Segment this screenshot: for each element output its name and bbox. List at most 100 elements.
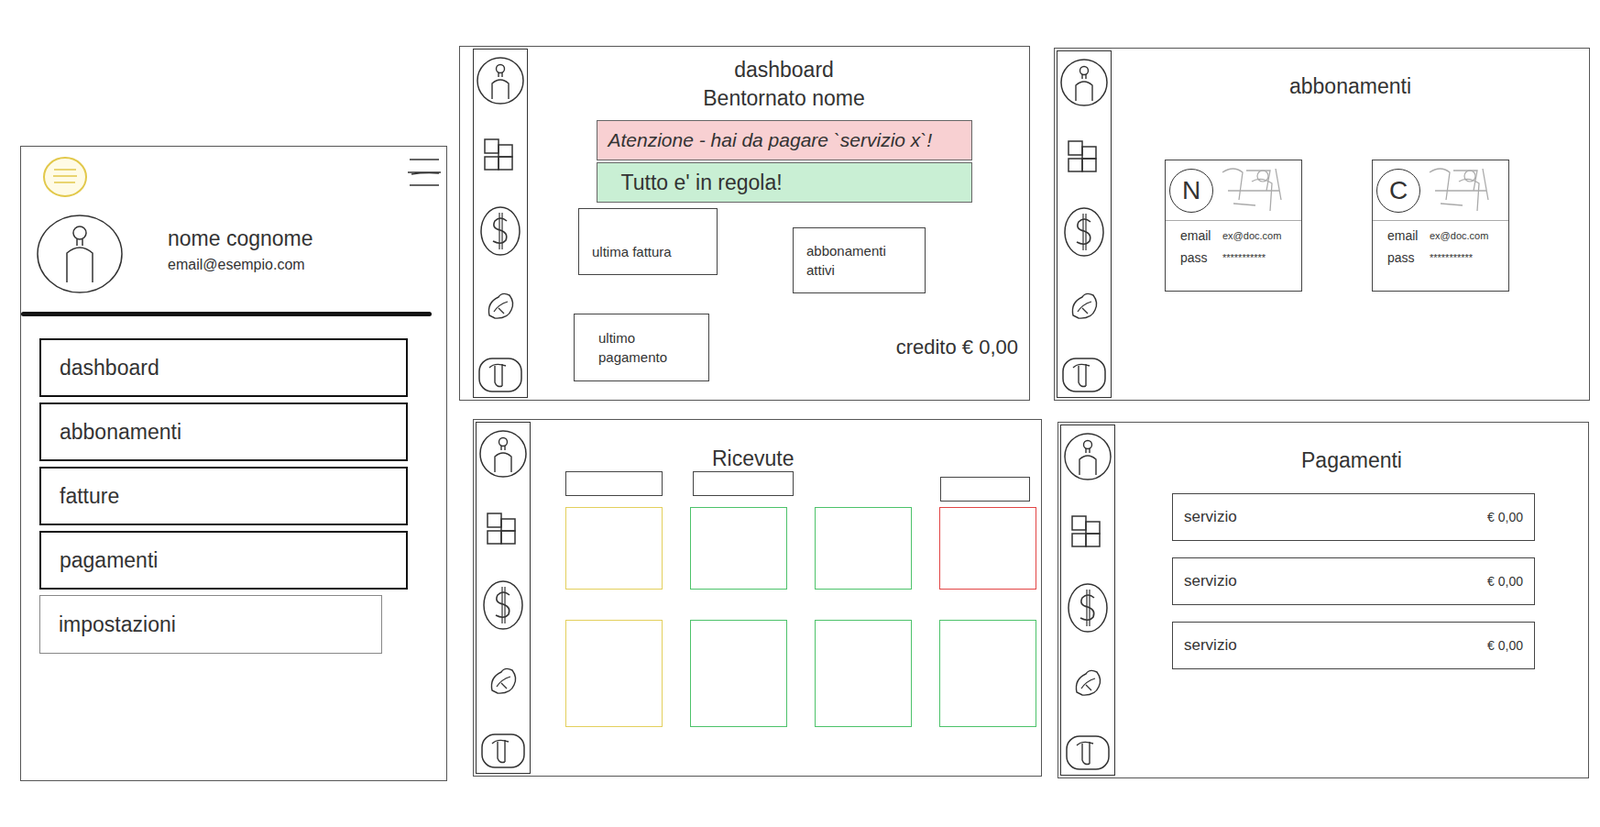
- tiles-icon[interactable]: [484, 510, 522, 548]
- password-value: ***********: [1429, 252, 1473, 264]
- wallet-icon[interactable]: [1063, 732, 1112, 773]
- ricevute-frame: Ricevute: [472, 418, 1042, 777]
- receipt-card[interactable]: [814, 619, 912, 727]
- cards-row: ultimo pagamento credito € 0,00: [549, 313, 1019, 382]
- dashboard-frame: dashboardBentornato nome Atenzione - hai …: [459, 45, 1031, 401]
- payment-amount: € 0,00: [1487, 637, 1524, 653]
- dollar-icon[interactable]: [1062, 205, 1107, 259]
- mobile-menu-frame: nome cognome email@esempio.com dashboardab…: [20, 145, 448, 781]
- receipt-card[interactable]: [565, 619, 663, 727]
- leaf-icon[interactable]: [1065, 287, 1103, 325]
- payment-row[interactable]: servizio€ 0,00: [1172, 493, 1535, 541]
- active-subscriptions-card[interactable]: abbonamenti attivi: [792, 227, 926, 294]
- last-payment-card[interactable]: ultimo pagamento: [573, 313, 710, 382]
- page-title: abbonamenti: [1111, 48, 1590, 99]
- email-label: email: [1387, 228, 1421, 243]
- subscription-list: Nemail ex@doc.com pass *********** Cemail ex@…: [1111, 98, 1590, 292]
- password-row: pass ***********: [1372, 242, 1509, 265]
- profile-info: nome cognome email@esempio.com: [167, 226, 314, 283]
- menu-item[interactable]: impostazioni: [39, 594, 383, 654]
- subscription-header: C: [1372, 160, 1509, 221]
- mobile-header: [21, 146, 447, 200]
- hamburger-icon[interactable]: [405, 153, 443, 191]
- email-value: ex@doc.com: [1222, 230, 1282, 242]
- alert-banner: Atenzione - hai da pagare `servizio x`!: [596, 120, 973, 161]
- wallet-icon[interactable]: [476, 354, 525, 395]
- payment-row[interactable]: servizio € 0,00: [1172, 557, 1535, 605]
- menu-item[interactable]: pagamenti: [39, 530, 408, 590]
- divider: [21, 311, 432, 317]
- wallet-icon[interactable]: [479, 730, 527, 771]
- sketch-icon: [1215, 163, 1289, 219]
- subscription-header: N: [1165, 160, 1302, 221]
- subscriptions-content: abbonamenti Nemail ex@doc.com pass *********…: [1111, 48, 1590, 400]
- payments-list: servizio€ 0,00servizio€ 0,00servizio€ 0,…: [1115, 472, 1589, 669]
- avatar-icon[interactable]: [478, 427, 528, 480]
- sidebar-rail: [472, 48, 528, 398]
- dashboard-content: dashboardBentornato nome Atenzione - hai …: [527, 46, 1030, 400]
- tiles-icon[interactable]: [1069, 513, 1107, 550]
- receipts-content: Ricevute: [530, 419, 1042, 776]
- sidebar-rail: [1056, 50, 1112, 398]
- filter-field[interactable]: [940, 476, 1031, 502]
- avatar-icon[interactable]: [475, 54, 526, 107]
- credit: credito € 0,00: [896, 335, 1019, 360]
- cards-row: ultima fattura abbonamenti attivi: [549, 208, 1019, 294]
- receipt-card[interactable]: [565, 506, 663, 590]
- title-group: Ricevute: [691, 445, 794, 496]
- password-label: pass: [1387, 250, 1421, 265]
- tiles-icon[interactable]: [482, 136, 519, 174]
- note-icon[interactable]: [41, 153, 89, 200]
- service-logo: C: [1376, 168, 1421, 213]
- receipt-card[interactable]: [690, 619, 788, 727]
- subscription-card[interactable]: Nemail ex@doc.com pass ***********: [1164, 159, 1303, 292]
- last-invoice-card[interactable]: ultima fattura: [578, 208, 718, 275]
- profile: nome cognome email@esempio.com: [21, 199, 447, 296]
- email-row: email ex@doc.com: [1372, 220, 1509, 243]
- wallet-icon[interactable]: [1060, 354, 1108, 395]
- pagamenti-frame: Pagamenti servizio € 0,00 servizio € 0,00 ser…: [1057, 421, 1590, 779]
- receipt-card[interactable]: [939, 619, 1037, 727]
- leaf-icon[interactable]: [1069, 664, 1107, 702]
- dollar-icon[interactable]: [1065, 580, 1110, 635]
- avatar-icon[interactable]: [33, 212, 126, 296]
- tiles-icon[interactable]: [1065, 138, 1103, 176]
- email-label: email: [1180, 228, 1214, 243]
- dollar-icon[interactable]: [478, 204, 523, 258]
- greeting: Bentornato nome: [702, 84, 865, 113]
- menu-item[interactable]: abbonamenti: [39, 402, 408, 461]
- password-value: ***********: [1222, 252, 1266, 264]
- menu-item[interactable]: fatture: [39, 466, 408, 526]
- payment-amount: € 0,00: [1487, 573, 1524, 589]
- page-title: Ricevute: [691, 445, 794, 472]
- receipts-header: Ricevute: [565, 445, 1031, 496]
- payment-row[interactable]: servizio € 0,00: [1172, 621, 1535, 669]
- profile-name: nome cognome: [167, 226, 314, 252]
- menu: dashboardabbonamentifatturepagamentiimpo…: [21, 316, 408, 654]
- subscription-card[interactable]: Cemail ex@doc.com pass ***********: [1371, 159, 1510, 292]
- payments-content: Pagamenti servizio € 0,00 servizio € 0,00 ser…: [1115, 422, 1589, 778]
- dollar-icon[interactable]: [481, 578, 526, 632]
- receipt-card[interactable]: [814, 506, 912, 590]
- menu-item[interactable]: dashboard: [39, 338, 408, 397]
- leaf-icon[interactable]: [482, 287, 519, 325]
- abbonamenti-frame: abbonamenti Nemail ex@doc.com pass *********…: [1053, 47, 1590, 401]
- payment-service: servizio: [1183, 507, 1238, 527]
- profile-email: email@esempio.com: [167, 256, 314, 274]
- password-label: pass: [1180, 250, 1214, 265]
- email-row: email ex@doc.com: [1165, 220, 1302, 243]
- email-value: ex@doc.com: [1429, 230, 1489, 242]
- payment-service: servizio: [1183, 571, 1238, 591]
- password-row: pass ***********: [1165, 242, 1302, 265]
- avatar-icon[interactable]: [1063, 430, 1113, 483]
- filter-field[interactable]: [565, 471, 663, 496]
- payment-service: servizio: [1183, 635, 1238, 655]
- sketch-icon: [1422, 163, 1496, 219]
- page-title: Pagamenti: [1115, 422, 1589, 473]
- receipt-card[interactable]: [939, 506, 1037, 590]
- receipt-card[interactable]: [690, 506, 788, 590]
- filter-field[interactable]: [692, 471, 794, 496]
- avatar-icon[interactable]: [1059, 56, 1109, 109]
- leaf-icon[interactable]: [484, 662, 522, 700]
- page-title: dashboard: [734, 55, 834, 85]
